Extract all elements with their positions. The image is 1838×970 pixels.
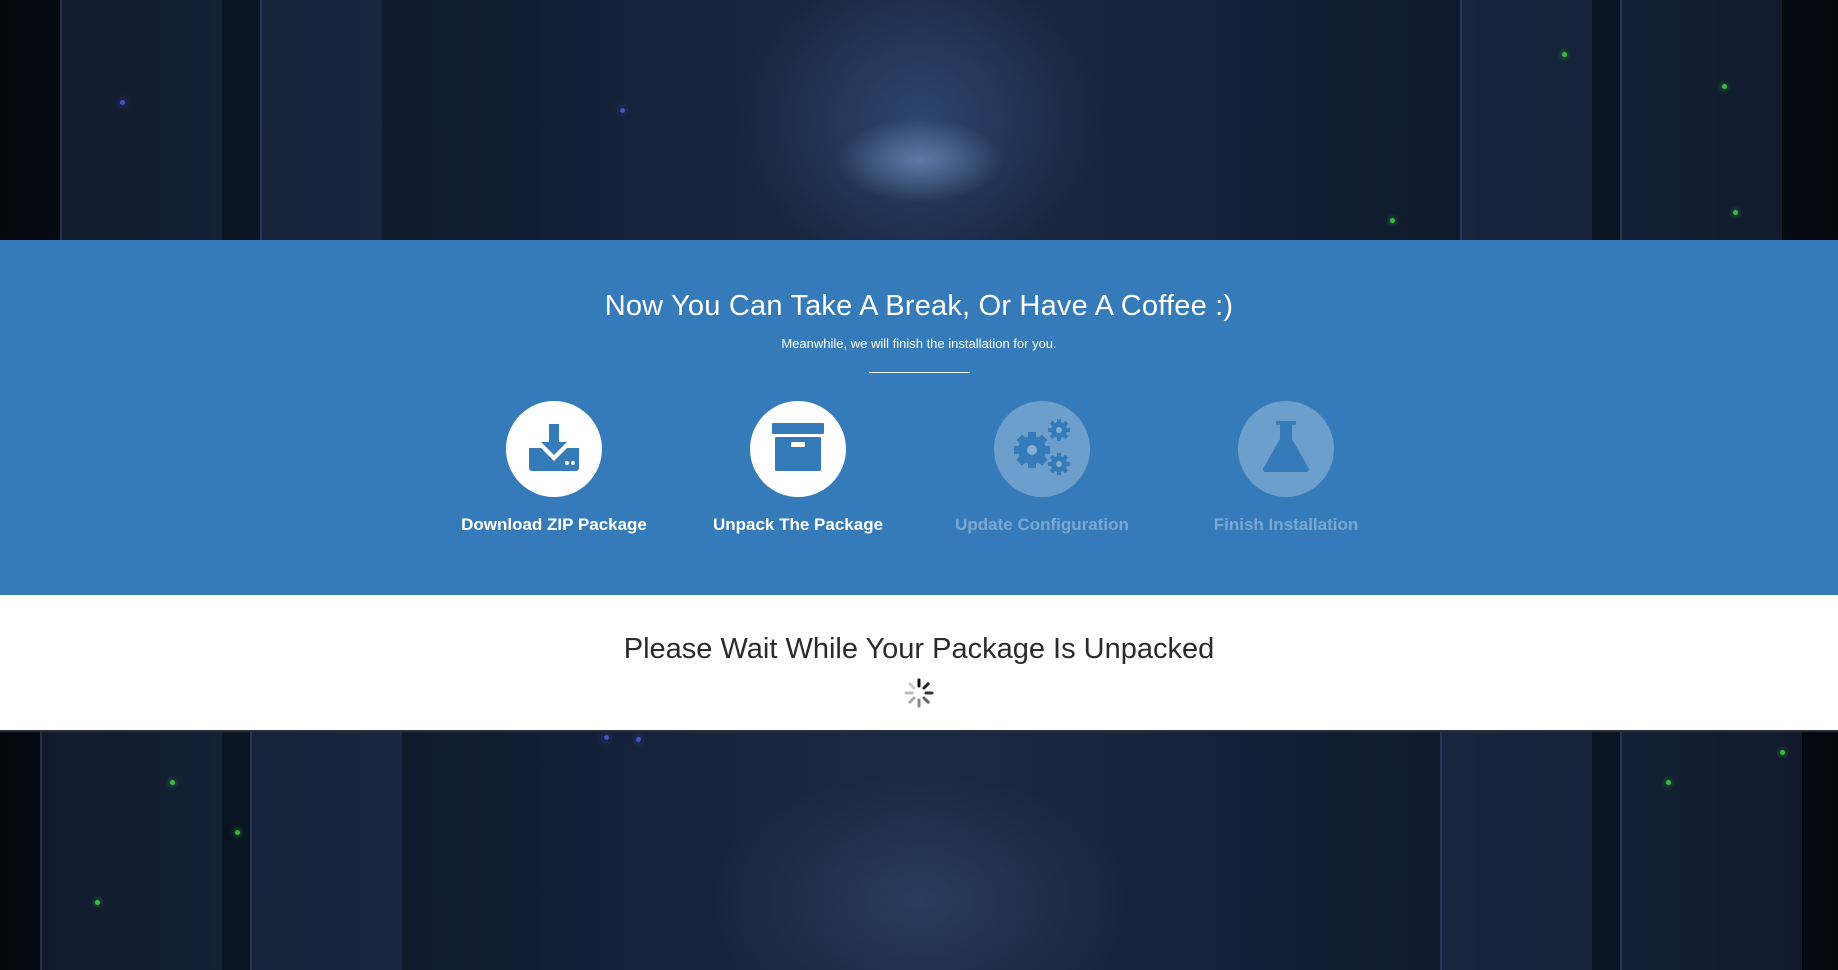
status-message: Please Wait While Your Package Is Unpack… — [623, 633, 1215, 665]
step-unpack-package: Unpack The Package — [678, 401, 918, 535]
step-label: Update Configuration — [955, 515, 1129, 534]
gears-icon — [1010, 418, 1074, 481]
step-label: Unpack The Package — [712, 515, 884, 534]
page-subtitle: Meanwhile, we will finish the installati… — [781, 336, 1057, 351]
step-label: Finish Installation — [1213, 515, 1359, 534]
step-circle — [506, 401, 602, 497]
step-label: Download ZIP Package — [461, 515, 647, 534]
step-update-configuration: Update Configuration — [922, 401, 1162, 535]
step-circle — [750, 401, 846, 497]
installer-page: Now You Can Take A Break, Or Have A Coff… — [0, 0, 1838, 970]
archive-box-icon — [772, 422, 824, 476]
step-circle — [1238, 401, 1334, 497]
flask-icon — [1262, 420, 1310, 478]
status-panel: Please Wait While Your Package Is Unpack… — [0, 595, 1838, 732]
page-title: Now You Can Take A Break, Or Have A Coff… — [604, 290, 1234, 322]
installation-steps-panel: Now You Can Take A Break, Or Have A Coff… — [0, 240, 1838, 595]
step-download-zip: Download ZIP Package — [434, 401, 674, 535]
title-divider — [869, 372, 970, 373]
download-icon — [527, 422, 581, 477]
step-circle — [994, 401, 1090, 497]
step-finish-installation: Finish Installation — [1166, 401, 1406, 535]
loading-spinner-icon — [903, 677, 935, 709]
